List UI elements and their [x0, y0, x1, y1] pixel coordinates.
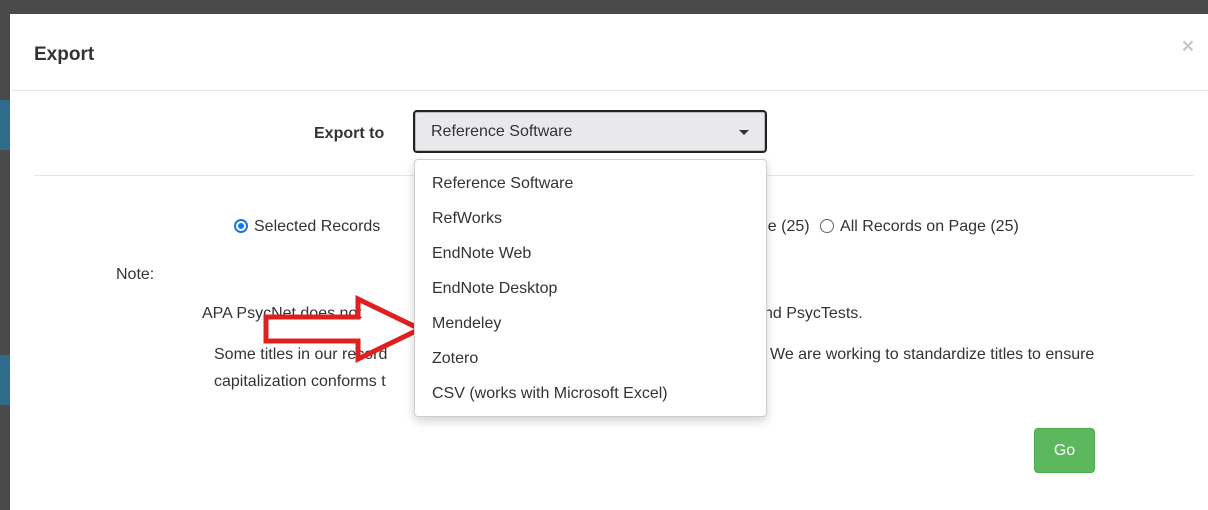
dropdown-option[interactable]: Reference Software: [415, 169, 766, 204]
radio-all-records[interactable]: [820, 219, 835, 233]
background-tick: [0, 355, 10, 405]
export-to-label: Export to: [314, 125, 385, 142]
close-icon[interactable]: ×: [1182, 36, 1194, 57]
chevron-down-icon: [739, 130, 749, 135]
radio-all-records-label: All Records on Page (25): [840, 218, 1019, 235]
dropdown-option[interactable]: CSV (works with Microsoft Excel): [415, 379, 766, 414]
radio-page-group: age (25) All Records on Page (25): [750, 218, 1019, 236]
note-line-2-right: We are working to standardize titles to …: [770, 346, 1095, 363]
radio-selected-records[interactable]: Selected Records: [234, 218, 380, 236]
export-to-dropdown-list: Reference Software RefWorks EndNote Web …: [414, 159, 767, 417]
modal-title: Export: [34, 44, 95, 65]
background-topbar: [0, 0, 1208, 14]
dropdown-option[interactable]: EndNote Web: [415, 239, 766, 274]
note-label: Note:: [116, 266, 155, 283]
note-line-3-left: capitalization conforms t: [214, 373, 386, 390]
modal-header: Export ×: [12, 16, 1208, 91]
export-to-select[interactable]: Reference Software: [413, 110, 767, 153]
export-to-selected-value: Reference Software: [431, 123, 573, 140]
radio-selected-records-label: Selected Records: [254, 218, 381, 235]
export-modal: Export × Export to Reference Software Se…: [12, 16, 1208, 510]
dropdown-option[interactable]: EndNote Desktop: [415, 274, 766, 309]
page-frame: Export × Export to Reference Software Se…: [0, 0, 1208, 510]
background-left-strip: [0, 0, 10, 510]
dropdown-option[interactable]: RefWorks: [415, 204, 766, 239]
radio-checked-icon[interactable]: [234, 219, 248, 233]
dropdown-option[interactable]: Zotero: [415, 344, 766, 379]
background-tick: [0, 100, 10, 150]
note-line-1-right: nd PsycTests.: [764, 305, 863, 322]
go-button[interactable]: Go: [1034, 428, 1095, 473]
dropdown-option-mendeley[interactable]: Mendeley: [415, 309, 766, 344]
